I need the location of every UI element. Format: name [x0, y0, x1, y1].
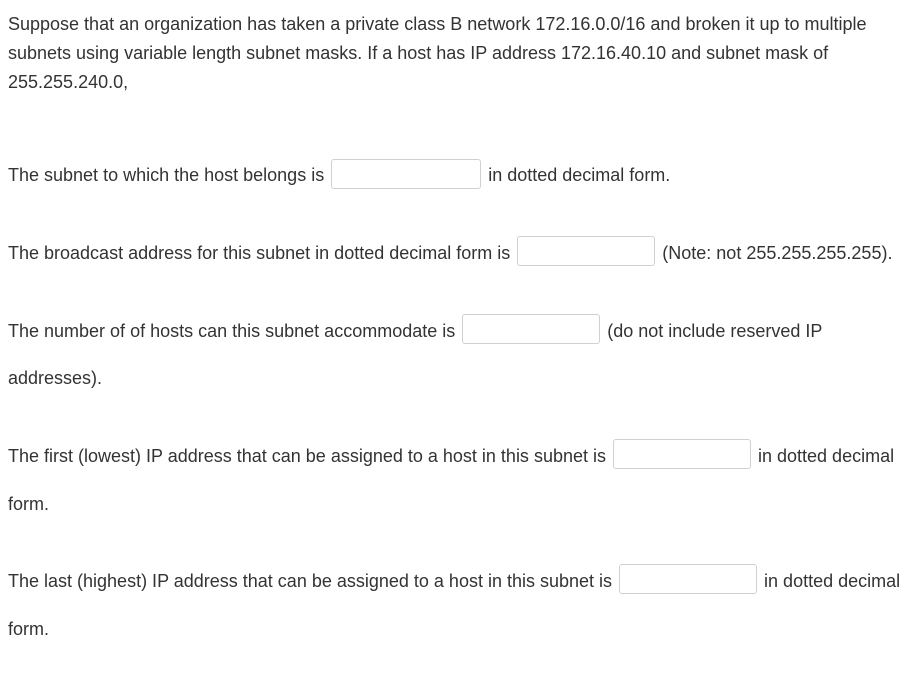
- q2-answer-input[interactable]: [517, 236, 655, 266]
- q1-post-text: in dotted decimal form.: [488, 165, 670, 185]
- q5-answer-input[interactable]: [619, 564, 757, 594]
- question-3: The number of of hosts can this subnet a…: [8, 307, 915, 402]
- q3-answer-input[interactable]: [462, 314, 600, 344]
- q4-answer-input[interactable]: [613, 439, 751, 469]
- q1-pre-text: The subnet to which the host belongs is: [8, 165, 329, 185]
- question-4: The first (lowest) IP address that can b…: [8, 432, 915, 527]
- q3-pre-text: The number of of hosts can this subnet a…: [8, 321, 460, 341]
- q2-pre-text: The broadcast address for this subnet in…: [8, 243, 515, 263]
- q1-answer-input[interactable]: [331, 159, 481, 189]
- question-5: The last (highest) IP address that can b…: [8, 557, 915, 652]
- q5-pre-text: The last (highest) IP address that can b…: [8, 571, 617, 591]
- q4-pre-text: The first (lowest) IP address that can b…: [8, 446, 611, 466]
- question-2: The broadcast address for this subnet in…: [8, 229, 915, 277]
- q2-post-text: (Note: not 255.255.255.255).: [662, 243, 892, 263]
- question-1: The subnet to which the host belongs is …: [8, 151, 915, 199]
- question-intro: Suppose that an organization has taken a…: [8, 10, 915, 96]
